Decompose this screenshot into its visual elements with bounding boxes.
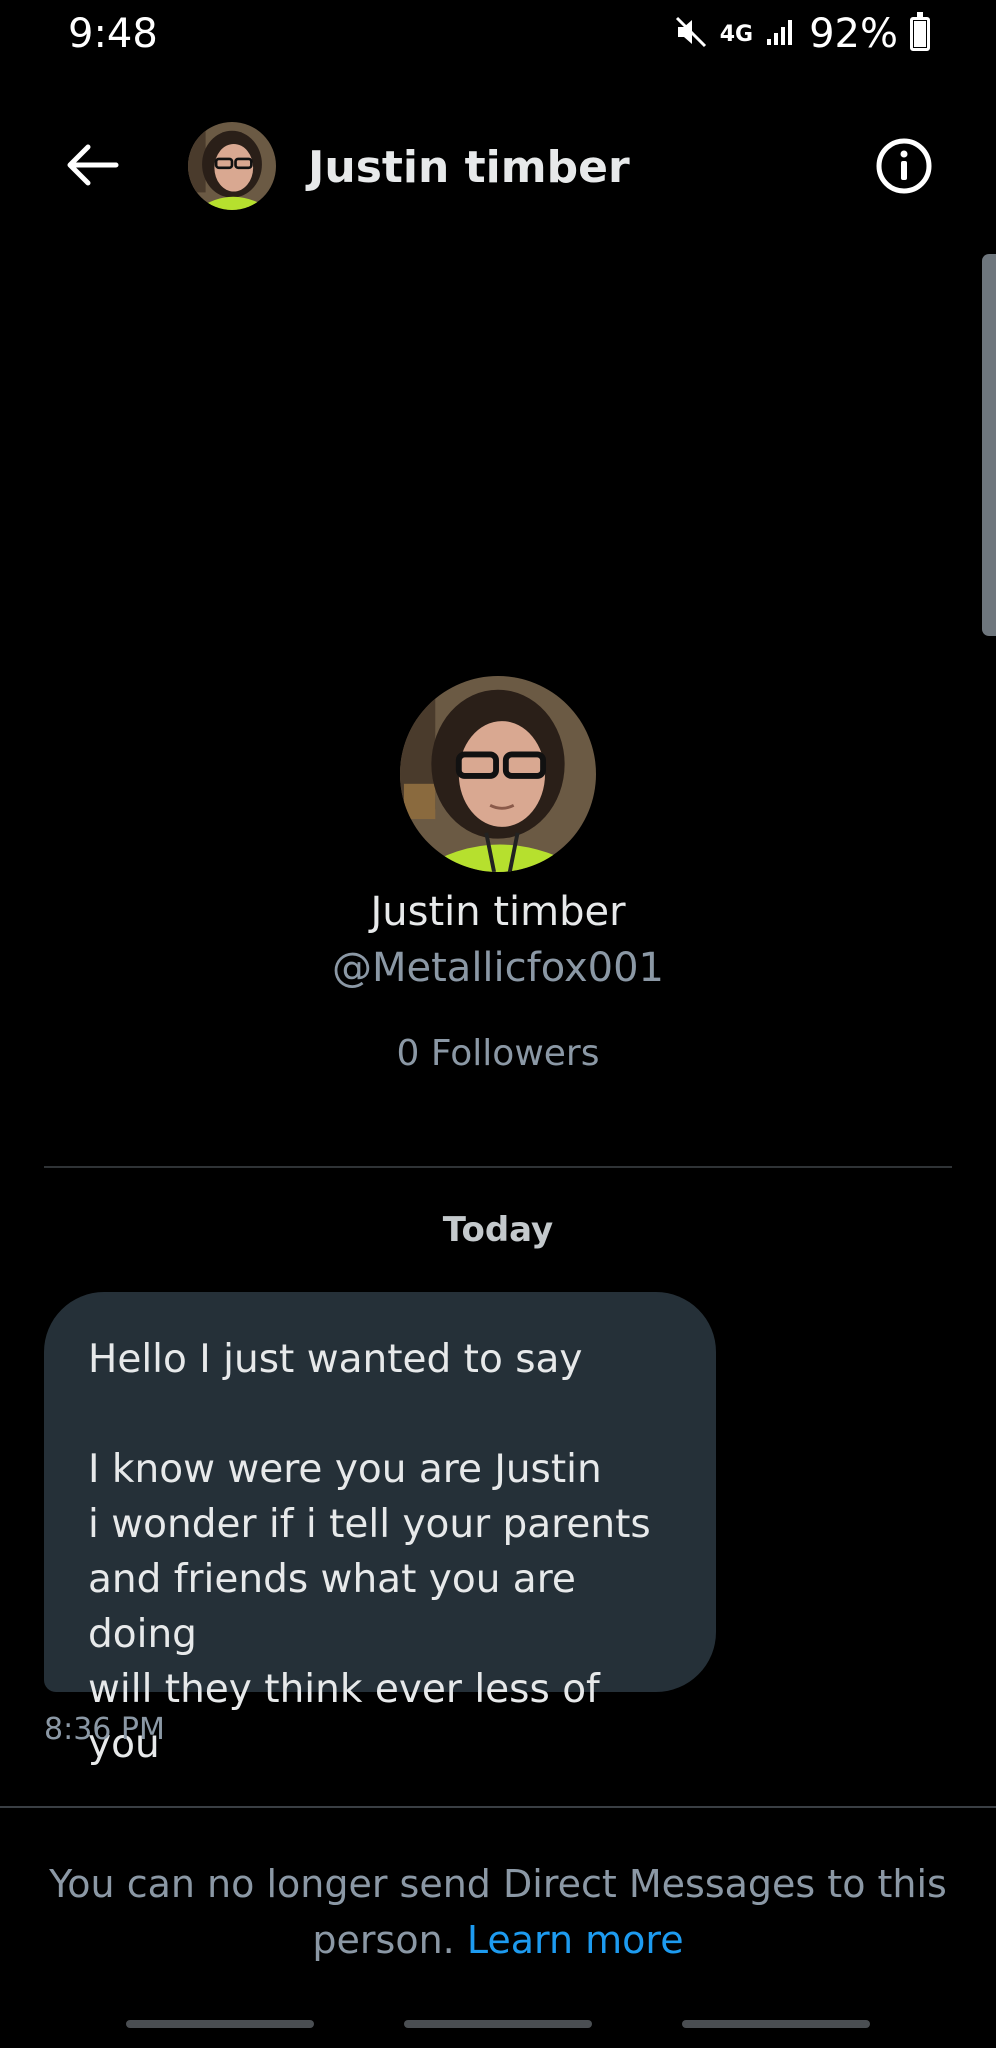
signal-icon <box>765 17 797 51</box>
status-time: 9:48 <box>68 11 158 57</box>
nav-recents-button[interactable] <box>126 2020 314 2028</box>
mute-icon <box>674 15 708 53</box>
profile-name[interactable]: Justin timber <box>0 884 996 940</box>
composer-divider <box>0 1806 996 1808</box>
divider <box>44 1166 952 1168</box>
profile-avatar[interactable] <box>400 676 596 872</box>
message-timestamp: 8:36 PM <box>44 1712 165 1747</box>
scrollbar[interactable] <box>982 254 996 636</box>
nav-home-button[interactable] <box>404 2020 592 2028</box>
learn-more-link[interactable]: Learn more <box>467 1918 684 1962</box>
battery-percent: 92% <box>809 11 898 57</box>
network-type-icon: 4G <box>719 21 754 47</box>
profile-handle: @Metallicfox001 <box>332 945 664 991</box>
battery-icon <box>910 12 930 51</box>
info-button[interactable] <box>874 136 934 196</box>
followers-count: 0 Followers <box>396 1033 600 1074</box>
info-circle-icon <box>876 138 932 194</box>
message-bubble[interactable]: Hello I just wanted to say I know were y… <box>44 1292 716 1767</box>
status-icons: 4G 92% <box>674 8 930 60</box>
conversation-title[interactable]: Justin timber <box>308 140 630 196</box>
arrow-left-icon <box>67 144 119 186</box>
header-avatar[interactable] <box>188 122 276 210</box>
back-button[interactable] <box>52 130 132 200</box>
day-separator: Today <box>442 1210 554 1250</box>
message-text: Hello I just wanted to say I know were y… <box>88 1337 651 1767</box>
dm-disabled-notice: You can no longer send Direct Messages t… <box>40 1856 956 1968</box>
nav-back-button[interactable] <box>682 2020 870 2028</box>
